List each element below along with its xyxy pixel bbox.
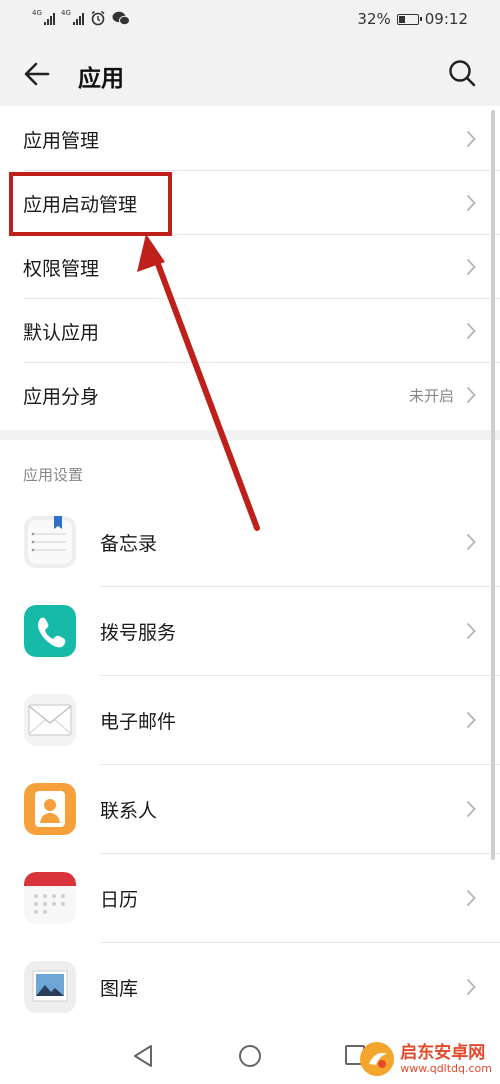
clock: 09:12: [424, 10, 468, 28]
status-left: 4G 4G: [32, 9, 130, 26]
section-separator: [0, 430, 500, 440]
gallery-icon: [24, 961, 76, 1013]
menu-item-permission-management[interactable]: 权限管理: [0, 235, 500, 299]
nav-back-icon[interactable]: [132, 1044, 154, 1068]
chevron-right-icon: [466, 711, 476, 729]
network-type-2: 4G: [61, 9, 71, 17]
page-title: 应用: [78, 66, 124, 92]
app-item-notes[interactable]: 备忘录: [0, 498, 500, 587]
menu-item-app-twin[interactable]: 应用分身 未开启: [0, 363, 500, 427]
menu-item-label: 默认应用: [23, 321, 100, 344]
watermark-logo-icon: [360, 1042, 395, 1076]
menu-item-app-launch-management[interactable]: 应用启动管理: [0, 171, 500, 235]
app-item-label: 联系人: [100, 800, 158, 822]
app-item-email[interactable]: 电子邮件: [0, 676, 500, 765]
app-item-label: 图库: [100, 978, 139, 1000]
calendar-icon: [24, 872, 76, 924]
chevron-right-icon: [466, 322, 476, 340]
battery-percent: 32%: [357, 10, 391, 28]
battery-icon: [396, 13, 422, 25]
chevron-right-icon: [466, 889, 476, 907]
app-item-gallery[interactable]: 图库: [0, 943, 500, 1032]
battery-fill: [398, 15, 406, 23]
watermark-text: 启东安卓网 www.qdltdq.com: [400, 1044, 492, 1075]
app-item-label: 日历: [100, 889, 139, 911]
status-bar: 4G 4G 32% 09:12: [0, 0, 500, 40]
chevron-right-icon: [466, 533, 476, 551]
chevron-right-icon: [466, 978, 476, 996]
menu-item-label: 权限管理: [23, 257, 100, 280]
contacts-icon: [24, 783, 76, 835]
app-item-label: 拨号服务: [100, 622, 177, 644]
app-item-dialer[interactable]: 拨号服务: [0, 587, 500, 676]
watermark-url: www.qdltdq.com: [400, 1061, 492, 1075]
chevron-right-icon: [466, 258, 476, 276]
arrow-left-icon: [24, 62, 50, 86]
nav-home-icon[interactable]: [238, 1044, 262, 1068]
chevron-right-icon: [466, 194, 476, 212]
watermark-name: 启东安卓网: [400, 1042, 486, 1063]
section-header: 应用设置: [23, 466, 84, 484]
app-item-label: 电子邮件: [100, 711, 177, 733]
chevron-right-icon: [466, 622, 476, 640]
status-right: 32% 09:12: [357, 10, 468, 28]
app-item-contacts[interactable]: 联系人: [0, 765, 500, 854]
search-icon: [449, 60, 476, 87]
menu-item-label: 应用分身: [23, 385, 100, 408]
notepad-icon: [24, 516, 76, 568]
chevron-right-icon: [466, 130, 476, 148]
menu-item-default-apps[interactable]: 默认应用: [0, 299, 500, 363]
app-item-label: 备忘录: [100, 533, 158, 555]
chevron-right-icon: [466, 386, 476, 404]
app-bar: 应用: [0, 40, 500, 106]
phone-icon: [24, 605, 76, 657]
app-item-calendar[interactable]: 日历: [0, 854, 500, 943]
mail-icon: [24, 694, 76, 746]
alarm-icon: [91, 10, 105, 26]
signal-icon: 4G: [32, 9, 55, 25]
network-type-1: 4G: [32, 9, 42, 17]
search-button[interactable]: [446, 57, 478, 89]
watermark: 启东安卓网 www.qdltdq.com: [360, 1042, 492, 1076]
menu-item-label: 应用管理: [23, 129, 100, 152]
scrollbar[interactable]: [491, 110, 495, 860]
menu-item-value: 未开启: [408, 386, 454, 405]
signal-icon-2: 4G: [61, 9, 84, 25]
chevron-right-icon: [466, 800, 476, 818]
settings-menu: 应用管理 应用启动管理 权限管理 默认应用 应用分身 未开启: [0, 107, 500, 427]
wechat-icon: [112, 11, 130, 25]
app-settings-list: 备忘录 拨号服务 电子邮件 联系人 日历 图库: [0, 498, 500, 1032]
menu-item-label: 应用启动管理: [23, 193, 138, 216]
menu-item-app-management[interactable]: 应用管理: [0, 107, 500, 171]
back-button[interactable]: [20, 57, 54, 91]
